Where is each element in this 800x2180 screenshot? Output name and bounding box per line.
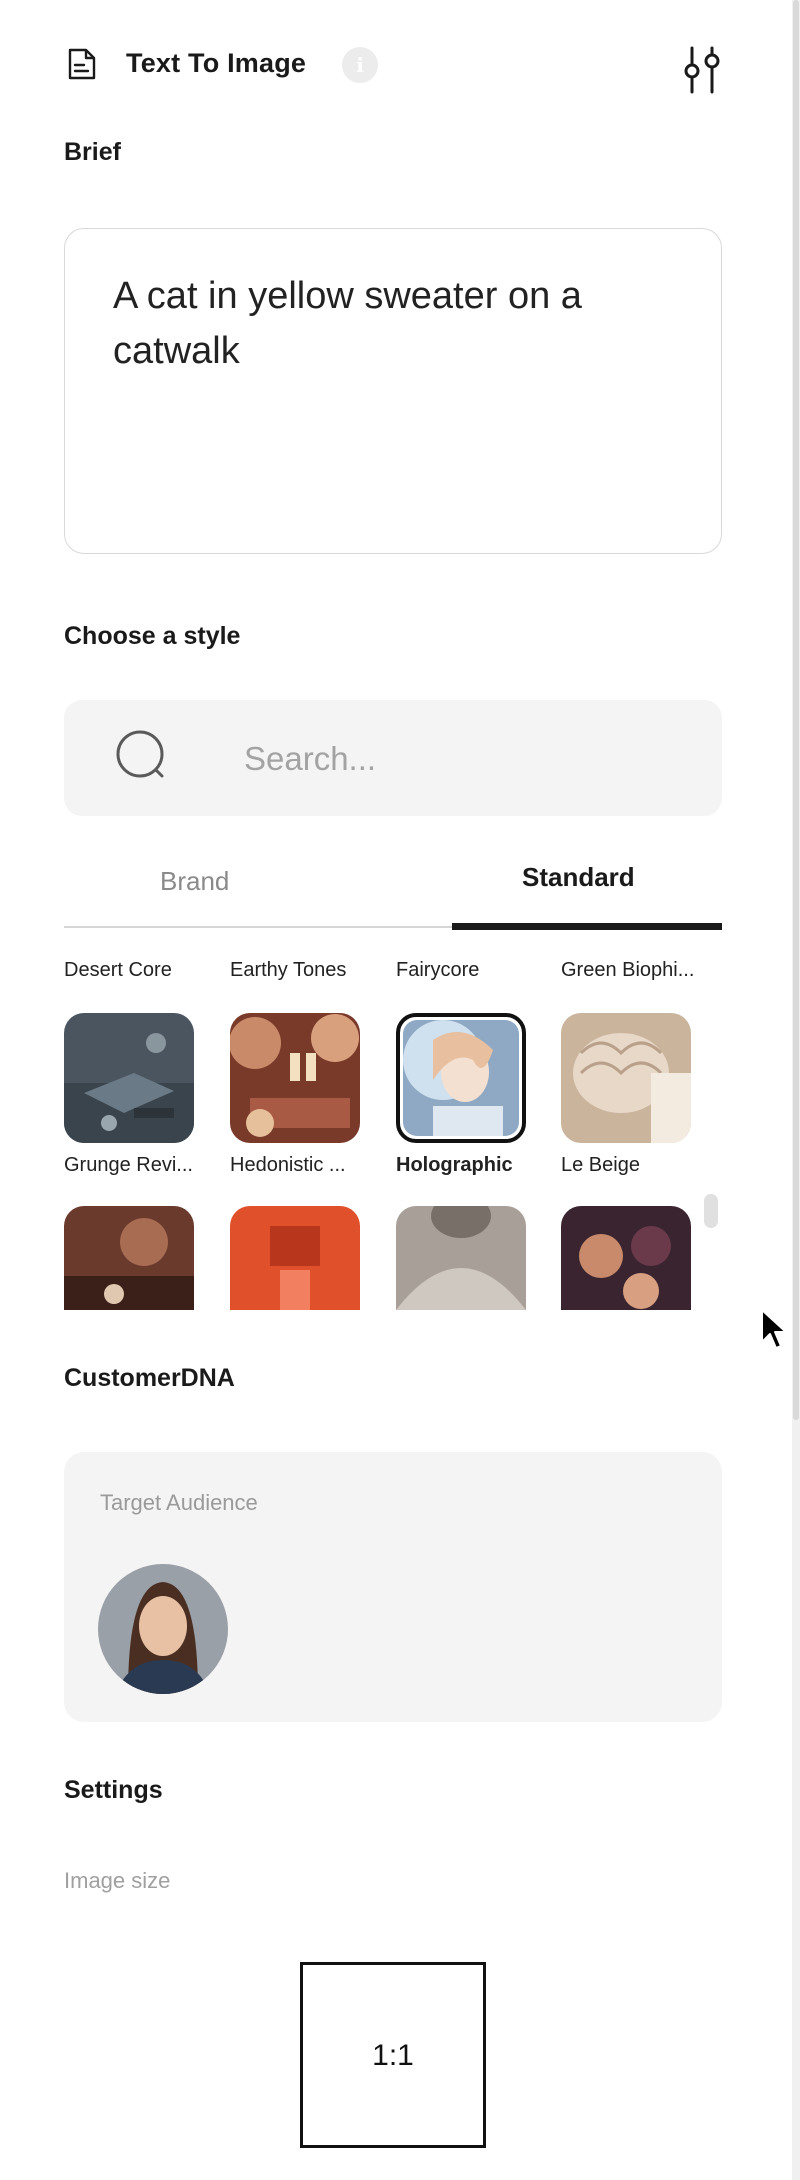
- customer-dna-label: CustomerDNA: [64, 1364, 235, 1392]
- style-label-holographic[interactable]: Holographic: [396, 1154, 546, 1177]
- mouse-cursor-icon: [761, 1309, 787, 1349]
- choose-style-label: Choose a style: [64, 622, 241, 650]
- style-thumb-holographic[interactable]: [396, 1013, 526, 1143]
- row3-3-image: [396, 1206, 526, 1310]
- brief-textarea[interactable]: A cat in yellow sweater on a catwalk: [64, 228, 722, 554]
- page-scrollbar-thumb[interactable]: [793, 0, 799, 1420]
- avatar-image: [98, 1564, 228, 1694]
- style-thumb-le-beige[interactable]: [561, 1013, 691, 1143]
- style-thumb-row3-1[interactable]: [64, 1206, 194, 1310]
- aspect-ratio-label: 1:1: [372, 2039, 414, 2072]
- style-label-le-beige[interactable]: Le Beige: [561, 1154, 711, 1177]
- style-thumb-row3-4[interactable]: [561, 1206, 691, 1310]
- style-label-earthy-tones[interactable]: Earthy Tones: [230, 959, 380, 982]
- brief-text[interactable]: A cat in yellow sweater on a catwalk: [113, 269, 673, 379]
- le-beige-image: [561, 1013, 691, 1143]
- search-icon: [116, 730, 164, 778]
- style-label-desert-core[interactable]: Desert Core: [64, 959, 214, 982]
- style-label-hedonistic[interactable]: Hedonistic ...: [230, 1154, 380, 1177]
- tab-brand[interactable]: Brand: [160, 866, 229, 897]
- info-icon[interactable]: i: [342, 47, 378, 83]
- row3-4-image: [561, 1206, 691, 1310]
- sliders-icon[interactable]: [680, 46, 724, 94]
- audience-avatar[interactable]: [98, 1564, 228, 1694]
- search-placeholder: Search...: [244, 740, 377, 777]
- page-scrollbar[interactable]: [792, 0, 800, 2180]
- style-search-input[interactable]: Search...: [64, 700, 722, 816]
- style-thumb-row3-3[interactable]: [396, 1206, 526, 1310]
- customer-dna-card: Target Audience: [64, 1452, 722, 1722]
- style-label-green-biophilic[interactable]: Green Biophi...: [561, 959, 711, 982]
- row3-1-image: [64, 1206, 194, 1310]
- row3-2-image: [230, 1206, 360, 1310]
- header: Text To Image i: [64, 40, 724, 94]
- style-tabs: Brand Standard: [64, 846, 722, 930]
- page-title: Text To Image: [126, 48, 307, 78]
- style-label-fairycore[interactable]: Fairycore: [396, 959, 546, 982]
- style-thumb-row3-2[interactable]: [230, 1206, 360, 1310]
- style-grid-scrollbar[interactable]: [704, 1194, 718, 1228]
- image-size-label: Image size: [64, 1868, 171, 1893]
- grunge-image: [64, 1013, 194, 1143]
- brief-label: Brief: [64, 138, 121, 166]
- style-label-grunge-revival[interactable]: Grunge Revi...: [64, 1154, 214, 1177]
- style-thumb-hedonistic[interactable]: [230, 1013, 360, 1143]
- style-thumb-grunge-revival[interactable]: [64, 1013, 194, 1143]
- hedonistic-image: [230, 1013, 360, 1143]
- target-audience-label: Target Audience: [100, 1490, 258, 1515]
- tab-standard[interactable]: Standard: [522, 862, 635, 893]
- settings-label: Settings: [64, 1776, 163, 1804]
- document-icon: [68, 48, 96, 80]
- holographic-image: [403, 1020, 519, 1136]
- style-grid: Desert Core Earthy Tones Fairycore Green…: [64, 950, 734, 1310]
- aspect-ratio-1-1-option[interactable]: 1:1: [300, 1962, 486, 2148]
- active-tab-indicator: [452, 923, 722, 930]
